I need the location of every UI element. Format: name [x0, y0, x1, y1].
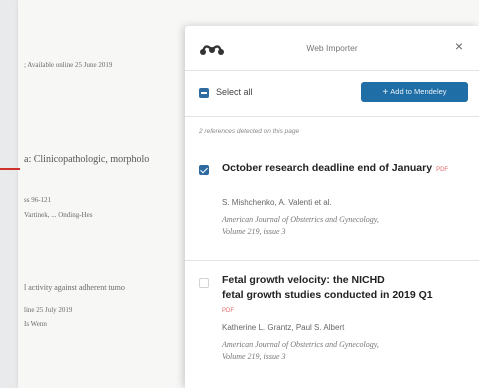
article-text-line: ; Available online 25 June 2019: [24, 61, 113, 69]
web-importer-panel: Web Importer × Select all + Add to Mendel…: [185, 26, 479, 388]
plus-icon: +: [382, 87, 389, 98]
reference-journal: American Journal of Obstetrics and Gynec…: [222, 339, 462, 363]
panel-header: Web Importer ×: [185, 26, 479, 70]
panel-title: Web Importer: [306, 43, 358, 53]
reference-title-text: October research deadline end of January: [222, 162, 433, 174]
highlight-marker: [0, 168, 20, 170]
close-icon[interactable]: ×: [455, 39, 463, 53]
reference-item[interactable]: Fetal growth velocity: the NICHD fetal g…: [185, 260, 479, 388]
divider: [185, 116, 479, 117]
article-text-line: Is Wenn: [24, 320, 47, 328]
select-all-checkbox[interactable]: [199, 88, 209, 98]
article-text-line: Vartinek, ... Onding-Hes: [24, 211, 93, 219]
reference-authors: S. Mishchenko, A. Valenti et al.: [222, 198, 332, 207]
journal-line: American Journal of Obstetrics and Gynec…: [222, 340, 379, 349]
add-button-label: Add to Mendeley: [390, 87, 447, 96]
journal-line: American Journal of Obstetrics and Gynec…: [222, 215, 379, 224]
reference-title-text: Fetal growth velocity: the NICHD: [222, 274, 385, 286]
reference-title[interactable]: October research deadline end of January…: [222, 161, 472, 178]
reference-title[interactable]: Fetal growth velocity: the NICHD fetal g…: [222, 273, 472, 303]
select-all-label[interactable]: Select all: [216, 87, 253, 97]
pdf-badge: PDF: [436, 167, 449, 173]
references-count: 2 references detected on this page: [199, 128, 300, 135]
journal-line: Volume 219, issue 3: [222, 227, 286, 236]
reference-item[interactable]: October research deadline end of January…: [185, 148, 479, 260]
pdf-badge: PDF: [222, 308, 234, 314]
reference-checkbox[interactable]: [199, 278, 209, 288]
article-text-line: ss 96-121: [24, 196, 52, 204]
reference-authors: Katherine L. Grantz, Paul S. Albert: [222, 323, 345, 332]
article-text-line: a: Clinicopathologic, morpholo: [24, 154, 150, 165]
reference-journal: American Journal of Obstetrics and Gynec…: [222, 214, 462, 238]
reference-checkbox[interactable]: [199, 165, 209, 175]
reference-title-text: fetal growth studies conducted in 2019 Q…: [222, 289, 433, 301]
add-to-mendeley-button[interactable]: + Add to Mendeley: [361, 82, 468, 102]
journal-line: Volume 219, issue 3: [222, 352, 286, 361]
divider: [185, 70, 479, 71]
selection-toolbar: Select all + Add to Mendeley: [185, 78, 479, 108]
article-text-line: line 25 July 2019: [24, 306, 73, 314]
article-text-line: l activity against adherent tumo: [24, 283, 125, 292]
